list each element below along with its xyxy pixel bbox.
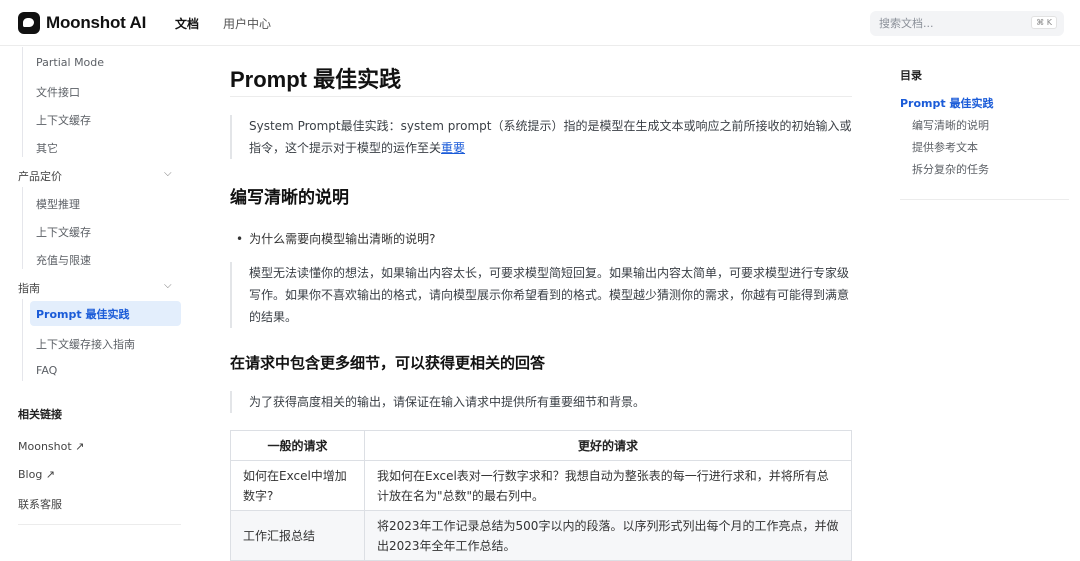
toc-item-prompt-best-practice[interactable]: Prompt 最佳实践	[900, 95, 993, 111]
sidebar-group-guides[interactable]: 指南	[18, 280, 40, 296]
sidebar-tree-line	[22, 299, 23, 381]
chevron-down-icon[interactable]: ⌵	[164, 168, 172, 179]
sidebar-item-file-api[interactable]: 文件接口	[36, 84, 80, 100]
comparison-table: 一般的请求 更好的请求 如何在Excel中增加数字? 我如何在Excel表对一行…	[230, 430, 852, 561]
link-support[interactable]: 联系客服	[18, 496, 62, 512]
table-row: 如何在Excel中增加数字? 我如何在Excel表对一行数字求和？我想自动为整张…	[230, 460, 852, 511]
sidebar-tree-line	[22, 187, 23, 269]
table-row: 工作汇报总结 将2023年工作记录总结为500字以内的段落。以序列形式列出每个月…	[230, 510, 852, 561]
related-links-heading: 相关链接	[18, 408, 62, 421]
table-header-row: 一般的请求 更好的请求	[230, 430, 852, 461]
brand-logo[interactable]: Moonshot AI	[18, 12, 146, 34]
section-heading-more-details: 在请求中包含更多细节，可以获得更相关的回答	[230, 354, 546, 372]
toc-heading: 目录	[900, 69, 922, 82]
table-cell: 如何在Excel中增加数字?	[230, 460, 365, 511]
intro-link[interactable]: 重要	[441, 141, 465, 155]
sidebar-tree-line	[22, 47, 23, 157]
toc-item-clear-instructions[interactable]: 编写清晰的说明	[912, 117, 989, 133]
sidebar-item-partial-mode[interactable]: Partial Mode	[36, 56, 104, 69]
sidebar-divider	[18, 524, 181, 525]
toc-item-split-tasks[interactable]: 拆分复杂的任务	[912, 161, 989, 177]
moonshot-logo-icon	[18, 12, 40, 34]
table-header: 一般的请求	[230, 430, 365, 461]
title-divider	[230, 96, 852, 97]
brand-name: Moonshot AI	[46, 13, 147, 32]
chevron-down-icon[interactable]: ⌵	[164, 280, 172, 291]
nav-docs[interactable]: 文档	[175, 15, 199, 32]
table-cell: 工作汇报总结	[230, 510, 365, 561]
search-input[interactable]	[879, 17, 1029, 30]
table-header: 更好的请求	[364, 430, 852, 461]
sidebar-item-context-cache-pricing[interactable]: 上下文缓存	[36, 224, 91, 240]
search-box[interactable]: ⌘ K	[870, 11, 1064, 36]
list-item: 为什么需要向模型输出清晰的说明?	[236, 230, 435, 247]
table-cell: 我如何在Excel表对一行数字求和？我想自动为整张表的每一行进行求和，并将所有总…	[364, 460, 852, 511]
sidebar: Partial Mode 文件接口 上下文缓存 其它 产品定价 ⌵ 模型推理 上…	[0, 47, 200, 541]
sidebar-item-faq[interactable]: FAQ	[36, 364, 57, 377]
sidebar-item-label: Prompt 最佳实践	[36, 308, 130, 321]
sidebar-item-model-inference[interactable]: 模型推理	[36, 196, 80, 212]
sidebar-item-context-cache[interactable]: 上下文缓存	[36, 112, 91, 128]
blockquote: 为了获得高度相关的输出，请保证在输入请求中提供所有重要细节和背景。	[230, 391, 852, 413]
sidebar-item-context-cache-guide[interactable]: 上下文缓存接入指南	[36, 336, 135, 352]
link-blog[interactable]: Blog ↗	[18, 468, 55, 481]
sidebar-item-recharge-limits[interactable]: 充值与限速	[36, 252, 91, 268]
nav-user-center[interactable]: 用户中心	[223, 15, 271, 32]
intro-text: System Prompt最佳实践：system prompt（系统提示）指的是…	[249, 119, 852, 155]
toc-divider	[900, 199, 1069, 200]
page-title: Prompt 最佳实践	[230, 67, 402, 92]
link-moonshot[interactable]: Moonshot ↗	[18, 440, 84, 453]
blockquote: 模型无法读懂你的想法，如果输出内容太长，可要求模型简短回复。如果输出内容太简单，…	[230, 262, 852, 328]
section-heading-clear-instructions: 编写清晰的说明	[230, 188, 349, 208]
intro-blockquote: System Prompt最佳实践：system prompt（系统提示）指的是…	[230, 115, 852, 159]
search-shortcut-badge: ⌘ K	[1031, 16, 1057, 29]
table-cell: 将2023年工作记录总结为500字以内的段落。以序列形式列出每个月的工作亮点，并…	[364, 510, 852, 561]
sidebar-group-pricing[interactable]: 产品定价	[18, 168, 62, 184]
top-header: Moonshot AI 文档 用户中心 ⌘ K	[0, 0, 1080, 46]
toc-item-reference-text[interactable]: 提供参考文本	[912, 139, 978, 155]
top-nav: 文档 用户中心	[175, 15, 271, 32]
sidebar-item-other[interactable]: 其它	[36, 140, 58, 156]
